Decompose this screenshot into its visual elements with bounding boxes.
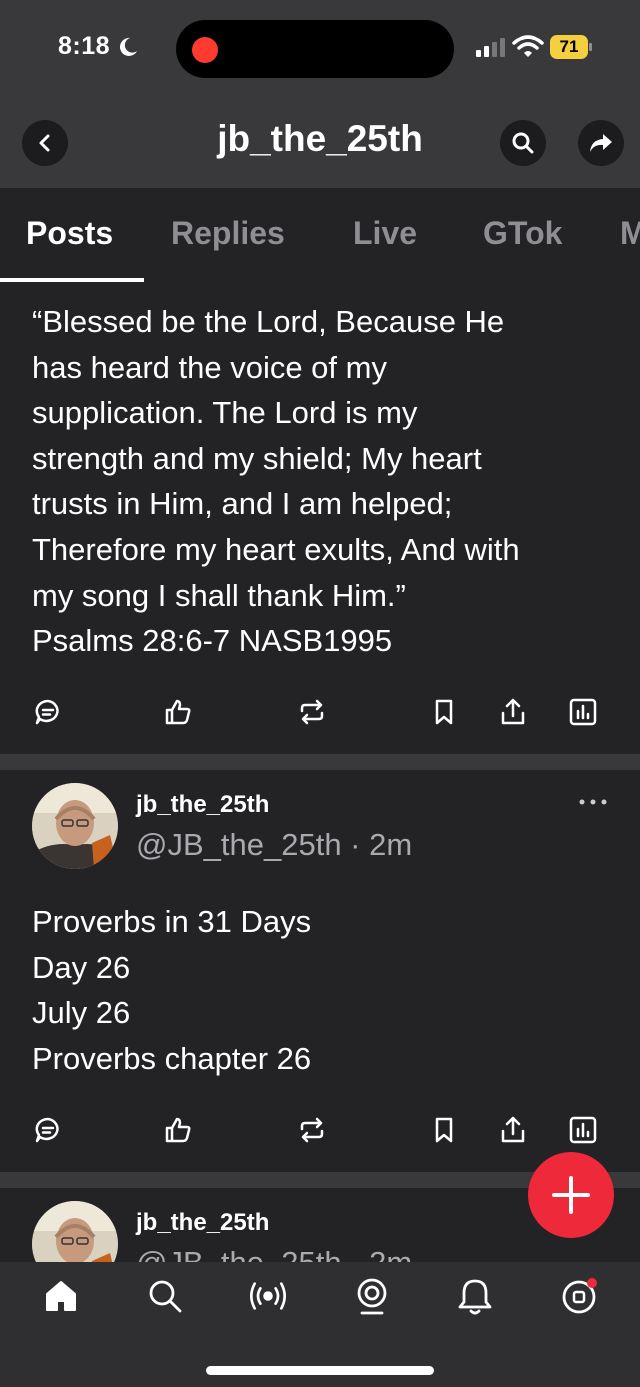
comment-icon [35,699,59,725]
comment-button[interactable] [31,695,65,729]
author-handle-time: @JB_the_25th · 2m [136,827,413,862]
compose-button[interactable] [528,1152,614,1238]
post-line: strength and my shield; My heart [32,440,482,476]
spaces-icon [357,1278,387,1315]
moon-icon [119,37,137,56]
recording-indicator-icon [192,37,218,63]
post-line: “Blessed be the Lord, Because He [32,304,505,339]
like-button[interactable] [161,695,195,729]
tab-more[interactable]: M [620,215,640,252]
tab-replies[interactable]: Replies [171,215,285,252]
share-icon [501,1116,525,1143]
post-line: my song I shall thank Him.” [32,577,406,613]
cellular-signal-icon [476,38,505,57]
battery-icon: 71 [550,35,592,59]
nav-live[interactable] [248,1276,288,1316]
search-button[interactable] [500,120,546,166]
post-divider [0,754,640,770]
repost-button[interactable] [295,1113,329,1147]
stats-button[interactable] [566,695,600,729]
tab-gtok[interactable]: GTok [483,215,562,252]
profile-icon [562,1278,597,1314]
share-arrow-icon [590,134,612,152]
like-button[interactable] [161,1113,195,1147]
nav-profile[interactable] [559,1276,599,1316]
share-button[interactable] [496,695,530,729]
live-broadcast-icon [250,1282,286,1310]
like-icon [165,699,191,725]
post-line: has heard the voice of my [32,349,387,385]
bookmark-button[interactable] [427,1113,461,1147]
search-icon [512,132,534,154]
search-icon [149,1280,182,1313]
status-time: 8:18 [58,32,111,60]
comment-icon [35,1117,59,1143]
plus-icon [552,1176,590,1214]
post-line: Proverbs in 31 Days [32,904,312,939]
stats-button[interactable] [566,1113,600,1147]
repost-button[interactable] [295,695,329,729]
post-line: Day 26 [32,949,131,985]
more-options-icon[interactable] [578,796,608,808]
like-icon [165,1117,191,1143]
post-line: trusts in Him, and I am helped; [32,486,453,522]
post-line: Therefore my heart exults, And with [32,531,520,567]
post-line: supplication. The Lord is my [32,395,418,431]
author-name[interactable]: jb_the_25th [136,1209,269,1237]
home-icon [46,1281,76,1311]
comment-button[interactable] [31,1113,65,1147]
avatar[interactable] [32,783,118,869]
nav-notifications[interactable] [455,1276,495,1316]
share-icon [501,698,525,725]
bookmark-button[interactable] [427,695,461,729]
bookmark-icon [435,1117,453,1143]
tab-posts[interactable]: Posts [26,215,113,252]
nav-home[interactable] [41,1276,81,1316]
post-body: “Blessed be the Lord, Because He has hea… [32,299,622,664]
stats-icon [569,698,597,726]
repost-icon [300,1117,324,1143]
post-line: July 26 [32,995,131,1031]
tab-live[interactable]: Live [353,215,417,252]
battery-level: 71 [550,35,588,59]
stats-icon [569,1116,597,1144]
post-line: Psalms 28:6-7 NASB1995 [32,623,393,659]
nav-search[interactable] [145,1276,185,1316]
notifications-icon [458,1279,492,1315]
wifi-icon [512,35,544,57]
home-indicator[interactable] [206,1366,434,1375]
repost-icon [300,699,324,725]
nav-spaces[interactable] [352,1276,392,1316]
post-line: Proverbs chapter 26 [32,1040,312,1076]
share-button[interactable] [496,1113,530,1147]
bookmark-icon [435,699,453,725]
post-body: Proverbs in 31 Days Day 26 July 26 Prove… [32,899,622,1081]
author-name[interactable]: jb_the_25th [136,791,269,819]
battery-nub [589,43,592,51]
active-tab-indicator [0,278,144,282]
share-profile-button[interactable] [578,120,624,166]
avatar-photo-icon [32,783,118,869]
